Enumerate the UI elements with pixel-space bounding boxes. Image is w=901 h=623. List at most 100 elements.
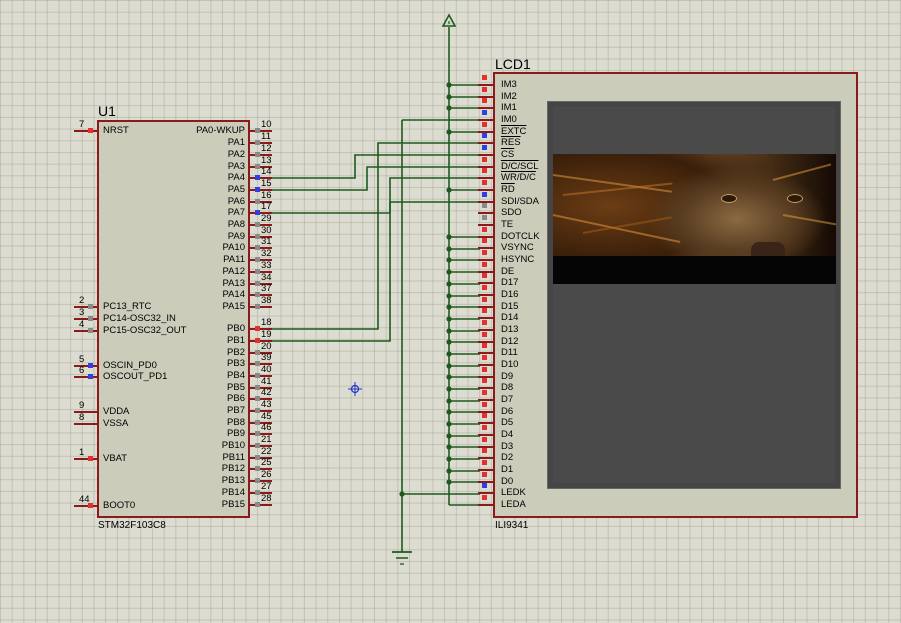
lcd-pin-marker[interactable] [482, 297, 487, 302]
u1-pin-number: 27 [261, 481, 272, 492]
lcd-pin-marker[interactable] [482, 448, 487, 453]
u1-pin-marker[interactable] [255, 187, 260, 192]
lcd-pin-marker[interactable] [482, 413, 487, 418]
u1-pin-label: PC13_RTC [103, 301, 152, 312]
lcd-pin-marker[interactable] [482, 87, 487, 92]
u1-pin-marker[interactable] [255, 175, 260, 180]
lcd-pin-marker[interactable] [482, 122, 487, 127]
lcd-pin-marker[interactable] [482, 308, 487, 313]
u1-pin-marker[interactable] [255, 152, 260, 157]
u1-pin-marker[interactable] [255, 281, 260, 286]
lcd-pin-marker[interactable] [482, 495, 487, 500]
u1-pin-marker[interactable] [255, 350, 260, 355]
lcd-pin-marker[interactable] [482, 437, 487, 442]
lcd-pin-label: D4 [501, 429, 514, 440]
lcd-pin-marker[interactable] [482, 227, 487, 232]
u1-pin-marker[interactable] [255, 431, 260, 436]
u1-pin-stub [74, 365, 97, 367]
lcd-pin-marker[interactable] [482, 262, 487, 267]
u1-pin-label: PB2 [227, 347, 245, 358]
u1-pin-marker[interactable] [255, 199, 260, 204]
lion-eye-right [787, 194, 803, 203]
u1-pin-label: PB1 [227, 335, 245, 346]
lcd-pin-label: DE [501, 266, 515, 277]
u1-pin-marker[interactable] [255, 396, 260, 401]
lcd-pin-marker[interactable] [482, 203, 487, 208]
lcd-pin-marker[interactable] [482, 320, 487, 325]
u1-pin-marker[interactable] [255, 140, 260, 145]
lcd-pin-marker[interactable] [482, 238, 487, 243]
u1-pin-marker[interactable] [255, 257, 260, 262]
u1-pin-number: 21 [261, 434, 272, 445]
u1-pin-marker[interactable] [255, 164, 260, 169]
lcd-pin-stub [478, 294, 493, 296]
u1-pin-marker[interactable] [255, 269, 260, 274]
lcd-pin-marker[interactable] [482, 378, 487, 383]
lcd-pin-marker[interactable] [482, 355, 487, 360]
lcd-pin-marker[interactable] [482, 180, 487, 185]
lcd-pin-marker[interactable] [482, 483, 487, 488]
lcd-pin-marker[interactable] [482, 215, 487, 220]
u1-pin-marker[interactable] [88, 316, 93, 321]
ground-icon[interactable] [390, 550, 414, 568]
lcd-pin-stub [478, 154, 493, 156]
u1-pin-marker[interactable] [255, 234, 260, 239]
u1-pin-marker[interactable] [255, 455, 260, 460]
u1-pin-marker[interactable] [88, 304, 93, 309]
u1-pin-marker[interactable] [255, 210, 260, 215]
u1-pin-marker[interactable] [255, 128, 260, 133]
lcd-pin-marker[interactable] [482, 133, 487, 138]
u1-pin-marker[interactable] [88, 328, 93, 333]
lcd-pin-label: WR/D/C [501, 172, 536, 183]
lcd-pin-marker[interactable] [482, 168, 487, 173]
lcd-pin-marker[interactable] [482, 402, 487, 407]
u1-pin-marker[interactable] [255, 385, 260, 390]
u1-pin-marker[interactable] [255, 490, 260, 495]
lcd-pin-label: RES [501, 137, 521, 148]
lcd-pin-label: IM1 [501, 102, 517, 113]
crosshair-cursor-icon [348, 382, 362, 396]
lcd-pin-marker[interactable] [482, 332, 487, 337]
u1-pin-label: PB14 [221, 487, 245, 498]
u1-pin-marker[interactable] [255, 338, 260, 343]
u1-pin-label: PC15-OSC32_OUT [103, 325, 187, 336]
lcd-pin-marker[interactable] [482, 367, 487, 372]
lcd-pin-marker[interactable] [482, 157, 487, 162]
lcd-pin-marker[interactable] [482, 460, 487, 465]
u1-pin-marker[interactable] [255, 326, 260, 331]
u1-pin-marker[interactable] [255, 420, 260, 425]
u1-pin-number: 19 [261, 329, 272, 340]
u1-pin-label: PC14-OSC32_IN [103, 313, 176, 324]
power-terminal-icon[interactable] [441, 13, 457, 29]
u1-pin-marker[interactable] [255, 443, 260, 448]
u1-pin-marker[interactable] [88, 363, 93, 368]
lcd-pin-marker[interactable] [482, 472, 487, 477]
lcd-pin-marker[interactable] [482, 390, 487, 395]
u1-pin-marker[interactable] [88, 374, 93, 379]
lcd-pin-marker[interactable] [482, 75, 487, 80]
lcd-pin-marker[interactable] [482, 343, 487, 348]
lcd-pin-marker[interactable] [482, 250, 487, 255]
u1-pin-marker[interactable] [88, 128, 93, 133]
u1-pin-marker[interactable] [255, 245, 260, 250]
lcd-pin-marker[interactable] [482, 273, 487, 278]
lcd-pin-marker[interactable] [482, 98, 487, 103]
u1-pin-marker[interactable] [255, 502, 260, 507]
lcd-pin-marker[interactable] [482, 110, 487, 115]
u1-pin-number: 18 [261, 317, 272, 328]
u1-pin-marker[interactable] [255, 222, 260, 227]
u1-pin-marker[interactable] [255, 304, 260, 309]
lcd-pin-marker[interactable] [482, 285, 487, 290]
lcd-pin-marker[interactable] [482, 425, 487, 430]
lcd-pin-stub [478, 212, 493, 214]
u1-pin-marker[interactable] [255, 478, 260, 483]
u1-pin-marker[interactable] [255, 292, 260, 297]
u1-pin-marker[interactable] [255, 373, 260, 378]
lcd-pin-marker[interactable] [482, 192, 487, 197]
u1-pin-marker[interactable] [88, 456, 93, 461]
lcd-pin-marker[interactable] [482, 145, 487, 150]
u1-pin-marker[interactable] [255, 466, 260, 471]
u1-pin-marker[interactable] [255, 361, 260, 366]
u1-pin-marker[interactable] [255, 408, 260, 413]
lcd-pin-label: D8 [501, 382, 514, 393]
